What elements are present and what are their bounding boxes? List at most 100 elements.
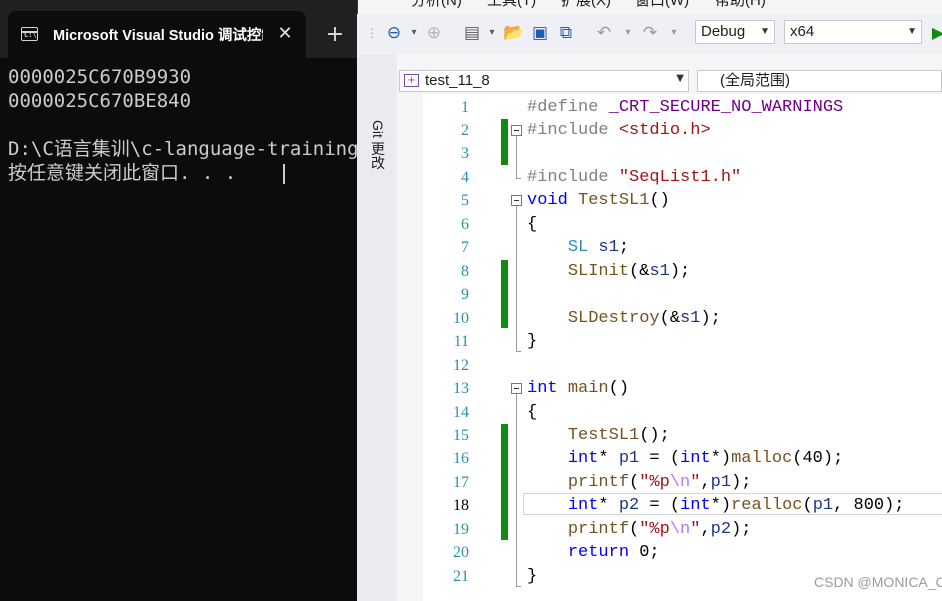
navigation-bar: + test_11_8 ▼ (全局范围) [397,68,942,94]
solution-configuration-dropdown[interactable]: Debug ▼ [695,20,775,44]
code-line: #include <stdio.h> [527,121,711,140]
change-indicator [501,424,508,540]
line-number: 14 [453,404,469,421]
console-output-line: D:\C语言集训\c-language-training [8,138,357,160]
line-number: 15 [453,427,469,444]
new-tab-icon[interactable]: + [322,22,348,48]
solution-platform-dropdown[interactable]: x64 ▼ [784,20,922,44]
scope-label: (全局范围) [720,72,790,89]
line-number: 13 [453,380,469,397]
watermark: CSDN @MONICA_CZT [814,574,942,590]
side-tab-strip: Git 更改 [357,54,397,601]
line-number: 7 [461,239,469,256]
chevron-down-icon: ▼ [760,26,770,37]
save-icon[interactable]: ▣ [529,22,551,44]
dropdown-arrow-icon[interactable]: ▾ [481,22,503,44]
dropdown-arrow-icon[interactable]: ▾ [617,22,639,44]
line-number: 19 [453,521,469,538]
menu-tools[interactable]: 工具(T) [487,0,536,11]
outline-guide [516,178,521,179]
menu-analyze[interactable]: 分析(N) [411,0,462,11]
collapse-toggle-icon[interactable] [511,383,522,394]
platform-value: x64 [790,23,815,40]
line-number: 9 [461,286,469,303]
menu-bar: 分析(N) 工具(T) 扩展(X) 窗口(W) 帮助(H) [357,0,942,12]
line-number: 8 [461,263,469,280]
terminal-tab-bar: C:\ Microsoft Visual Studio 调试控制台 ✕ + [0,0,357,58]
line-number: 20 [453,544,469,561]
line-number: 2 [461,122,469,139]
code-line: { [527,403,538,422]
code-line: return 0; [567,543,660,562]
console-output-line: 0000025C670B9930 [8,66,192,88]
debug-console-window: C:\ Microsoft Visual Studio 调试控制台 ✕ + 00… [0,0,357,601]
menu-window[interactable]: 窗口(W) [635,0,689,11]
project-dropdown[interactable]: + test_11_8 ▼ [399,70,689,92]
line-number: 12 [453,357,469,374]
terminal-tab-title: Microsoft Visual Studio 调试控制台 [53,28,263,44]
undo-icon[interactable]: ↶ [593,22,615,44]
configuration-value: Debug [701,23,746,40]
line-number: 3 [461,145,469,162]
outline-guide [516,136,517,178]
project-name: test_11_8 [425,72,490,89]
dropdown-arrow-icon[interactable]: ▾ [403,22,425,44]
save-all-icon[interactable]: ⧉ [555,22,577,44]
code-editor[interactable]: 1 2 3 4 5 6 7 8 9 10 11 12 13 14 15 16 1… [397,94,942,601]
navigate-forward-icon[interactable]: ⊕ [423,22,445,44]
outline-guide [516,394,517,586]
start-debug-icon[interactable]: ▶ [927,22,942,44]
toolbar-grip-icon: ⋮ [366,26,378,40]
code-line: void TestSL1() [527,191,670,210]
code-line: { [527,215,538,234]
menu-extensions[interactable]: 扩展(X) [561,0,611,11]
outline-guide [516,351,521,352]
console-output-line: 0000025C670BE840 [8,90,192,112]
scope-dropdown[interactable]: (全局范围) [697,70,942,92]
line-number: 6 [461,216,469,233]
cpp-project-icon: + [404,74,419,87]
code-line: int* p2 = (int*)realloc(p1, 800); [567,496,905,515]
code-line: SLInit(&s1); [567,262,691,281]
console-window-icon: C:\ [21,27,38,41]
line-number: 11 [453,333,469,350]
line-number: 16 [453,450,469,467]
code-line: SL s1; [567,238,630,257]
close-tab-icon[interactable]: ✕ [274,23,296,45]
chevron-down-icon: ▼ [676,73,684,84]
code-line: int main() [527,379,630,398]
terminal-tab[interactable]: C:\ Microsoft Visual Studio 调试控制台 ✕ [8,11,306,58]
collapse-toggle-icon[interactable] [511,125,522,136]
text-cursor [283,164,285,184]
line-number: 17 [453,474,469,491]
collapse-toggle-icon[interactable] [511,195,522,206]
code-line: TestSL1(); [567,426,670,445]
console-output-line: 按任意键关闭此窗口. . . [8,162,237,184]
menu-help[interactable]: 帮助(H) [715,0,766,11]
line-number: 21 [453,568,469,585]
line-number: 5 [461,192,469,209]
code-line: #define _CRT_SECURE_NO_WARNINGS [527,98,844,117]
code-line: int* p1 = (int*)malloc(40); [567,449,844,468]
line-number: 10 [453,310,469,327]
code-line: } [527,332,538,351]
dropdown-arrow-icon[interactable]: ▾ [663,22,685,44]
change-indicator [501,119,508,165]
new-project-icon[interactable]: ▤ [461,22,483,44]
redo-icon[interactable]: ↷ [639,22,661,44]
navigate-back-icon[interactable]: ⊖ [383,22,405,44]
code-line: #include "SeqList1.h" [527,168,742,187]
chevron-down-icon: ▼ [907,26,917,37]
git-changes-tab[interactable]: Git 更改 [368,120,388,184]
current-line-number: 18 [453,497,469,514]
visual-studio-window: 分析(N) 工具(T) 扩展(X) 窗口(W) 帮助(H) ⋮ ⊖ ▾ ⊕ ▤ … [357,0,942,601]
code-line: SLDestroy(&s1); [567,309,721,328]
line-number: 1 [461,99,469,116]
code-line: } [527,567,538,586]
open-folder-icon[interactable]: 📂 [503,22,525,44]
outline-guide [516,206,517,351]
code-line: printf("%p\n",p1); [567,473,752,492]
change-indicator [501,260,508,328]
outline-guide [516,586,521,587]
line-number: 4 [461,169,469,186]
